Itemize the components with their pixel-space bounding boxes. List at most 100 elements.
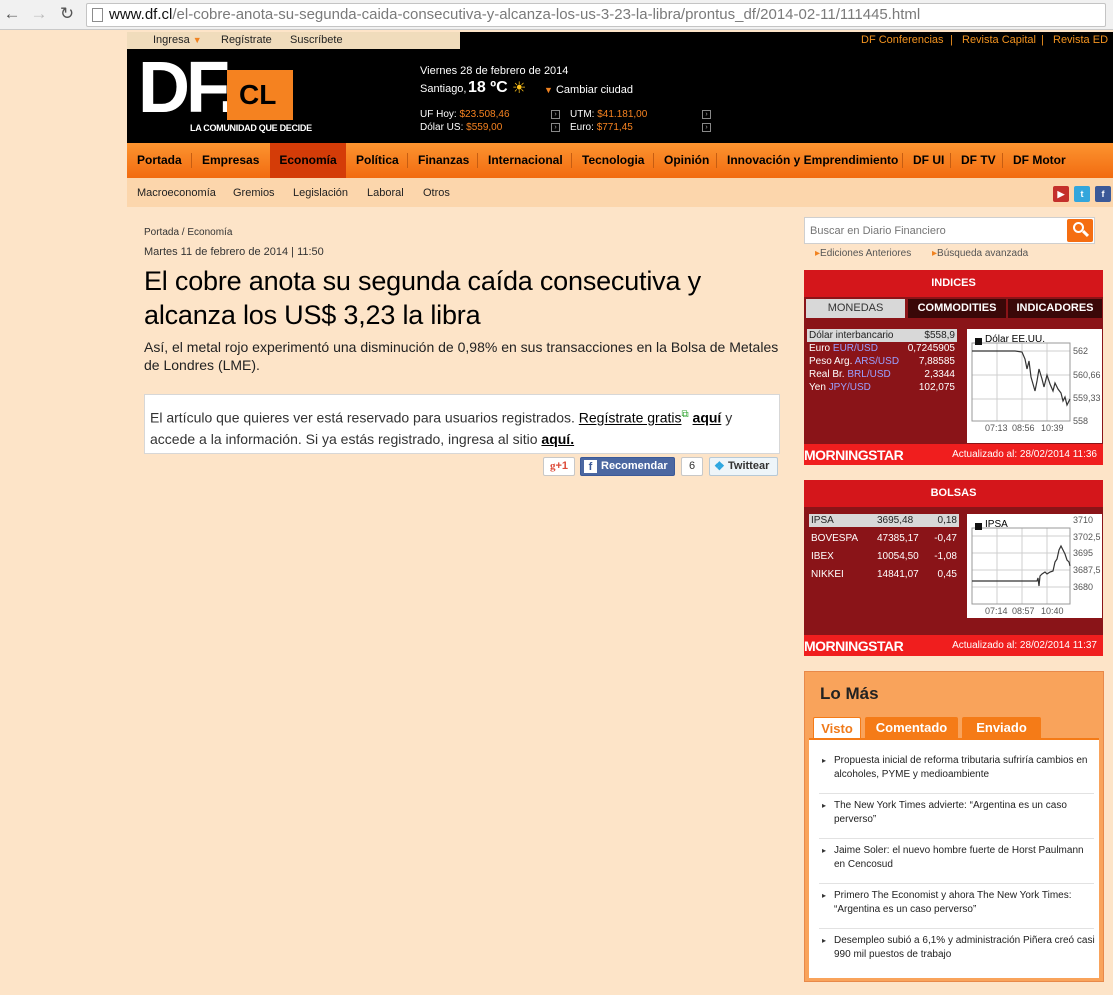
tab-enviado[interactable]: Enviado bbox=[962, 717, 1041, 738]
list-item[interactable]: ▸ Propuesta inicial de reforma tributaria… bbox=[819, 754, 1094, 794]
login-link[interactable]: Ingresa ▼ bbox=[153, 34, 202, 46]
table-row[interactable]: Euro EUR/USD 0,7245905 bbox=[807, 342, 957, 355]
nav-innovacion[interactable]: Innovación y Emprendimiento bbox=[727, 143, 898, 178]
link-separator: | bbox=[1041, 34, 1044, 46]
tab-monedas[interactable]: MONEDAS bbox=[806, 299, 905, 318]
nav-economia[interactable]: Economía bbox=[270, 143, 346, 178]
sun-icon: ☀ bbox=[512, 80, 527, 97]
twitter-icon[interactable]: t bbox=[1074, 186, 1090, 202]
advanced-search-link[interactable]: ▸Búsqueda avanzada bbox=[932, 248, 1028, 259]
list-item[interactable]: ▸ Desempleo subió a 6,1% y administración… bbox=[819, 934, 1095, 974]
breadcrumb[interactable]: Portada / Economía bbox=[144, 227, 232, 238]
dollar-chart: Dólar EE.UU. 562 560,66 559,33 558 07:13… bbox=[967, 329, 1102, 443]
nav-tecnologia[interactable]: Tecnologia bbox=[582, 143, 644, 178]
morningstar-logo[interactable]: MORNINGSTAR bbox=[804, 447, 904, 463]
dolar-arrow-icon[interactable]: › bbox=[551, 123, 560, 132]
register-free-link[interactable]: Regístrate gratis bbox=[579, 410, 682, 426]
nav-portada[interactable]: Portada bbox=[137, 143, 182, 178]
tab-visto[interactable]: Visto bbox=[813, 717, 861, 738]
search-button[interactable] bbox=[1067, 219, 1093, 242]
chevron-down-icon: ▼ bbox=[192, 35, 202, 45]
nav-politica[interactable]: Política bbox=[356, 143, 399, 178]
login-here-link[interactable]: aquí. bbox=[541, 431, 574, 447]
bullet-icon: ▸ bbox=[822, 936, 827, 945]
nav-df-ui[interactable]: DF UI bbox=[913, 143, 944, 178]
list-item[interactable]: ▸ The New York Times advierte: “Argentina… bbox=[819, 799, 1094, 839]
euro-indicator: Euro: $771,45 bbox=[570, 122, 633, 133]
subscribe-link[interactable]: Suscríbete bbox=[290, 34, 343, 46]
city-name: Santiago, bbox=[420, 83, 467, 95]
y-tick: 562 bbox=[1073, 346, 1089, 356]
table-row[interactable]: Dólar interbancario $558,9 bbox=[807, 329, 957, 342]
address-bar[interactable]: www.df.cl/el-cobre-anota-su-segunda-caid… bbox=[86, 3, 1106, 27]
list-item[interactable]: ▸ Jaime Soler: el nuevo hombre fuerte de … bbox=[819, 844, 1094, 884]
x-tick: 10:39 bbox=[1041, 423, 1064, 433]
x-tick: 08:57 bbox=[1012, 606, 1035, 616]
back-icon[interactable]: ← bbox=[2, 4, 22, 24]
top-utility-bar: Ingresa ▼ Regístrate Suscríbete DF Confe… bbox=[127, 32, 1113, 49]
df-logo[interactable]: DF. CL LA COMUNIDAD QUE DECIDE bbox=[138, 52, 312, 134]
nav-divider bbox=[571, 153, 572, 168]
nav-divider bbox=[1002, 153, 1003, 168]
nav-empresas[interactable]: Empresas bbox=[202, 143, 259, 178]
bullet-icon: ▸ bbox=[822, 801, 827, 810]
nav-df-motor[interactable]: DF Motor bbox=[1013, 143, 1066, 178]
change-city-link[interactable]: ▼ Cambiar ciudad bbox=[544, 84, 633, 96]
register-here-link[interactable]: aquí bbox=[693, 410, 722, 426]
uf-arrow-icon[interactable]: › bbox=[551, 110, 560, 119]
google-plus-button[interactable]: g+1 bbox=[543, 457, 575, 476]
register-link[interactable]: Regístrate bbox=[221, 34, 272, 46]
nav-finanzas[interactable]: Finanzas bbox=[418, 143, 469, 178]
list-item-text: Propuesta inicial de reforma tributaria … bbox=[834, 755, 1088, 780]
table-row[interactable]: Peso Arg. ARS/USD 7,88585 bbox=[807, 355, 957, 368]
external-link-icon: ⧉ bbox=[681, 409, 689, 420]
uf-indicator: UF Hoy: $23.508,46 bbox=[420, 109, 510, 120]
subnav-laboral[interactable]: Laboral bbox=[367, 187, 404, 199]
table-row[interactable]: BOVESPA 47385,17 -0,47 bbox=[809, 532, 959, 545]
indices-updated: Actualizado al: 28/02/2014 11:36 bbox=[952, 449, 1097, 460]
facebook-icon[interactable]: f bbox=[1095, 186, 1111, 202]
table-row[interactable]: IBEX 10054,50 -1,08 bbox=[809, 550, 959, 563]
table-row[interactable]: NIKKEI 14841,07 0,45 bbox=[809, 568, 959, 581]
subnav-otros[interactable]: Otros bbox=[423, 187, 450, 199]
subnav-gremios[interactable]: Gremios bbox=[233, 187, 275, 199]
y-tick: 3710 bbox=[1073, 515, 1094, 525]
bullet-icon: ▸ bbox=[822, 846, 827, 855]
account-links: Ingresa ▼ Regístrate Suscríbete bbox=[127, 32, 460, 49]
nav-opinion[interactable]: Opinión bbox=[664, 143, 709, 178]
nav-df-tv[interactable]: DF TV bbox=[961, 143, 996, 178]
recommend-count: 6 bbox=[681, 457, 703, 476]
utm-arrow-icon[interactable]: › bbox=[702, 110, 711, 119]
nav-internacional[interactable]: Internacional bbox=[488, 143, 563, 178]
tab-comentado[interactable]: Comentado bbox=[865, 717, 958, 738]
past-editions-link[interactable]: ▸Ediciones Anteriores bbox=[815, 248, 911, 259]
indices-panel: INDICES MONEDAS COMMODITIES INDICADORES … bbox=[804, 270, 1103, 465]
subnav-macroeconomia[interactable]: Macroeconomía bbox=[137, 187, 216, 199]
df-conferencias-link[interactable]: DF Conferencias bbox=[861, 34, 944, 46]
revista-ed-link[interactable]: Revista ED bbox=[1053, 34, 1108, 46]
list-item[interactable]: ▸ Primero The Economist y ahora The New Y… bbox=[819, 889, 1094, 929]
x-tick: 10:40 bbox=[1041, 606, 1064, 616]
bolsas-footer: MORNINGSTAR Actualizado al: 28/02/2014 1… bbox=[804, 635, 1103, 656]
table-row[interactable]: IPSA 3695,48 0,18 bbox=[809, 514, 959, 527]
tab-commodities[interactable]: COMMODITIES bbox=[908, 299, 1006, 318]
tweet-button[interactable]: ❖ Twittear bbox=[709, 457, 778, 476]
browser-toolbar: ← → ↻ www.df.cl/el-cobre-anota-su-segund… bbox=[0, 0, 1113, 30]
paywall-text: El artículo que quieres ver está reserva… bbox=[150, 409, 733, 447]
most-popular-title: Lo Más bbox=[820, 684, 879, 703]
morningstar-logo[interactable]: MORNINGSTAR bbox=[804, 638, 904, 654]
tab-indicadores[interactable]: INDICADORES bbox=[1008, 299, 1102, 318]
forward-icon[interactable]: → bbox=[29, 4, 49, 24]
revista-capital-link[interactable]: Revista Capital bbox=[962, 34, 1036, 46]
facebook-recommend-button[interactable]: f Recomendar bbox=[580, 457, 675, 476]
logo-df-text: DF. bbox=[138, 48, 238, 128]
table-row[interactable]: Yen JPY/USD 102,075 bbox=[807, 381, 957, 394]
youtube-icon[interactable]: ▶ bbox=[1053, 186, 1069, 202]
subnav-legislacion[interactable]: Legislación bbox=[293, 187, 348, 199]
sub-navigation: Macroeconomía Gremios Legislación Labora… bbox=[127, 178, 1113, 207]
table-row[interactable]: Real Br. BRL/USD 2,3344 bbox=[807, 368, 957, 381]
euro-arrow-icon[interactable]: › bbox=[702, 123, 711, 132]
reload-icon[interactable]: ↻ bbox=[57, 4, 77, 24]
y-tick: 3680 bbox=[1073, 582, 1094, 592]
search-input[interactable] bbox=[810, 224, 1060, 238]
